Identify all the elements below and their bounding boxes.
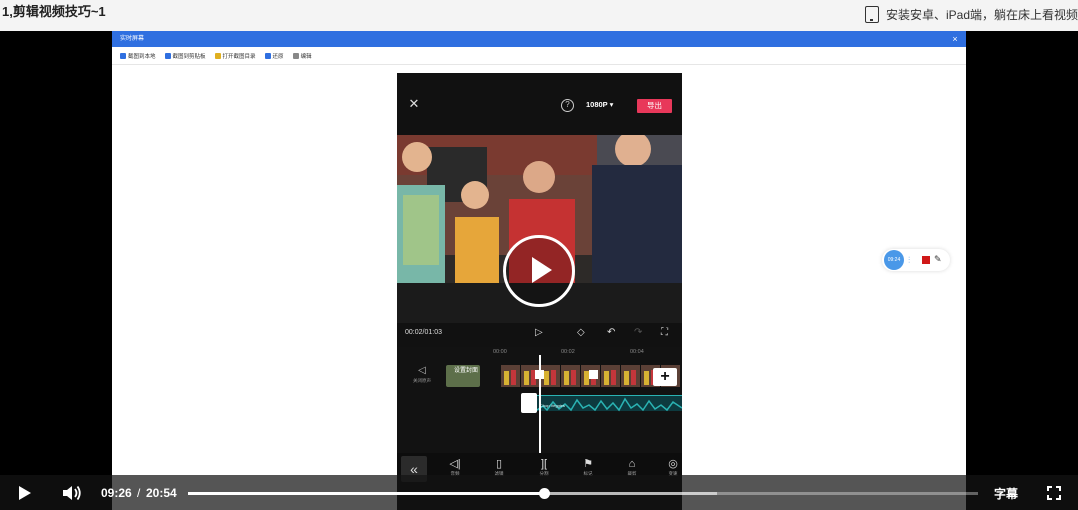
capture-close-button[interactable]: ×: [950, 31, 960, 47]
capture-tool-open-folder[interactable]: 打开截图目录: [214, 52, 256, 60]
progress-played: [188, 492, 544, 495]
transition-marker: [589, 370, 598, 379]
progress-thumb[interactable]: [538, 488, 550, 499]
timeline-playhead: [539, 355, 541, 455]
audio-trim-handle: [521, 393, 537, 413]
clip-frame: [601, 365, 620, 387]
duration: 20:54: [146, 486, 177, 500]
preview-play-icon: ▷: [535, 327, 543, 338]
big-play-button[interactable]: [503, 235, 575, 307]
speaker-icon: ◁: [418, 365, 426, 376]
capture-tool-label: 编辑: [300, 53, 312, 60]
volume-button[interactable]: [62, 484, 82, 502]
resolution-select: 1080P ▾: [586, 100, 614, 109]
speed-icon: ◎: [668, 458, 678, 470]
fullscreen-preview-icon: ⛶: [661, 327, 668, 338]
preview-time: 00:02/01:03: [405, 329, 442, 336]
audio-track: Chop Veggies: [537, 395, 682, 412]
stop-record-icon[interactable]: [922, 256, 930, 264]
export-button: 导出: [637, 99, 672, 113]
capture-tool-label: 还原: [272, 53, 284, 60]
pen-icon[interactable]: ✎: [934, 253, 942, 265]
page: 1,剪辑视频技巧~1 安装安卓、iPad端，躺在床上看视频 实时屏幕 × 截图到…: [0, 0, 1078, 510]
top-bar: 1,剪辑视频技巧~1 安装安卓、iPad端，躺在床上看视频: [0, 0, 1078, 31]
flag-icon: ⚑: [583, 458, 593, 470]
capture-tool-clipboard[interactable]: 截图到剪贴板: [164, 52, 206, 60]
cover-thumbnail: 设置封面: [446, 365, 480, 387]
mute-original-audio: ◁ 关闭原声: [407, 365, 437, 387]
player-controls: 09:26 / 20:54 字幕: [0, 475, 1078, 510]
capture-tool-label: 打开截图目录: [222, 53, 256, 60]
scissors-icon: [164, 52, 171, 59]
timeline-tick: 00:04: [630, 349, 644, 355]
timeline: 00:00 00:02 00:04 ◁ 关闭原声 设置封面 + Chop Veg…: [397, 347, 682, 455]
capture-tool-save-local[interactable]: 截图到本地: [120, 52, 156, 60]
recorder-time: 09:24: [884, 250, 904, 270]
progress-bar[interactable]: [188, 488, 978, 499]
app-promo-text: 安装安卓、iPad端，躺在床上看视频: [885, 7, 1078, 22]
redo-icon: ↷: [634, 327, 643, 338]
edit-icon: [292, 52, 299, 59]
clip-frame: [621, 365, 640, 387]
time-separator: /: [137, 486, 141, 500]
app-download-link[interactable]: 安装安卓、iPad端，躺在床上看视频: [864, 4, 1078, 24]
undo-icon: ↶: [607, 327, 616, 338]
help-icon: ?: [561, 99, 574, 112]
timeline-tick: 00:00: [493, 349, 507, 355]
preview-controls: 00:02/01:03 ▷ ◇ ↶ ↷ ⛶: [397, 323, 682, 347]
keyframe-icon: ◇: [577, 327, 585, 338]
timeline-tick: 00:02: [561, 349, 575, 355]
fullscreen-icon: [1047, 486, 1061, 500]
capture-tool-edit[interactable]: 编辑: [292, 52, 312, 60]
audio-icon: ◁|: [449, 458, 461, 470]
capture-tool-label: 截图到本地: [128, 53, 156, 60]
clip-frame: [501, 365, 520, 387]
fullscreen-button[interactable]: [1047, 486, 1061, 500]
close-icon: ✕: [408, 96, 420, 111]
crop-icon: ⌂: [628, 458, 636, 470]
restore-icon: [264, 52, 271, 59]
capture-tool-restore[interactable]: 还原: [264, 52, 284, 60]
capture-window-title: 实时屏幕: [112, 31, 966, 47]
recorder-widget: 09:24 ⫶ ✎: [882, 249, 950, 271]
scissors-icon: [120, 52, 126, 59]
capture-toolbar: 截图到本地 截图到剪贴板 打开截图目录 还原 编辑: [112, 47, 966, 65]
add-clip-icon: +: [653, 368, 677, 386]
play-button[interactable]: [18, 486, 32, 500]
video-title: 1,剪辑视频技巧~1: [2, 4, 106, 19]
mic-icon[interactable]: ⫶: [908, 254, 910, 266]
audio-name: Chop Veggies: [540, 403, 565, 408]
subtitle-button[interactable]: 字幕: [994, 485, 1018, 502]
current-time: 09:26: [101, 486, 132, 500]
speaker-icon: [63, 485, 81, 501]
split-icon: ][: [540, 458, 548, 470]
cover-label: 设置封面: [454, 368, 479, 374]
mute-label: 关闭原声: [413, 378, 431, 383]
tablet-icon: [864, 5, 879, 23]
clip-frame: [561, 365, 580, 387]
filter-icon: ▯: [495, 458, 503, 470]
folder-icon: [214, 52, 221, 59]
capture-tool-label: 截图到剪贴板: [172, 53, 206, 60]
